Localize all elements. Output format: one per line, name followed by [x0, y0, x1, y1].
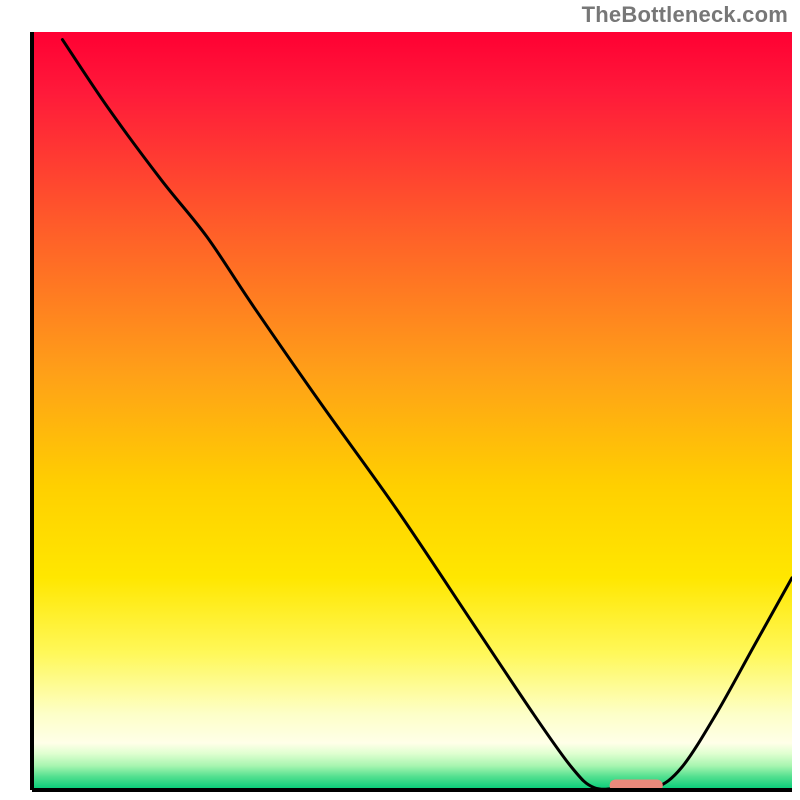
bottleneck-chart: TheBottleneck.com	[0, 0, 800, 800]
plot-area	[32, 32, 792, 790]
gradient-background	[32, 32, 792, 790]
chart-svg	[0, 0, 800, 800]
watermark-text: TheBottleneck.com	[582, 2, 788, 28]
